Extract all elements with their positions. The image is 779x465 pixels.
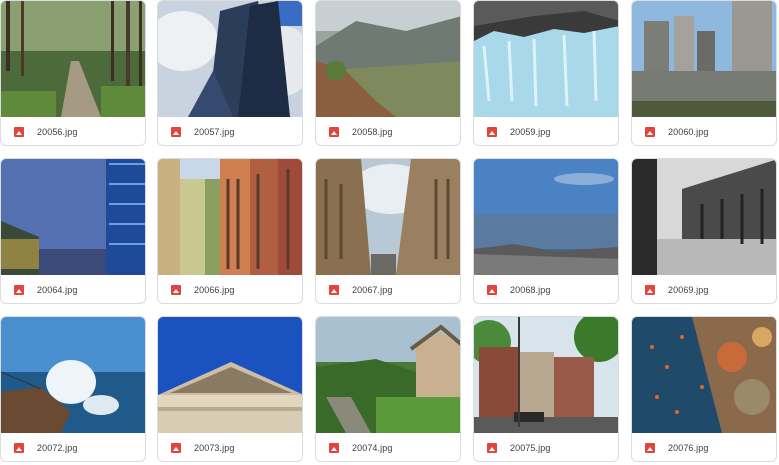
file-name: 20076.jpg (668, 443, 709, 453)
file-name: 20056.jpg (37, 127, 78, 137)
file-card[interactable]: 20067.jpg (315, 158, 461, 304)
image-file-icon (329, 127, 339, 137)
image-thumbnail[interactable] (1, 159, 145, 275)
image-file-icon (487, 285, 497, 295)
file-card[interactable]: 20056.jpg (0, 0, 146, 146)
image-thumbnail[interactable] (158, 1, 302, 117)
file-name: 20066.jpg (194, 285, 235, 295)
file-name: 20068.jpg (510, 285, 551, 295)
file-card[interactable]: 20069.jpg (631, 158, 777, 304)
image-thumbnail[interactable] (316, 317, 460, 433)
image-file-icon (171, 285, 181, 295)
file-name: 20073.jpg (194, 443, 235, 453)
file-card[interactable]: 20064.jpg (0, 158, 146, 304)
image-thumbnail[interactable] (1, 317, 145, 433)
image-thumbnail[interactable] (316, 159, 460, 275)
image-thumbnail[interactable] (632, 1, 776, 117)
file-card[interactable]: 20059.jpg (473, 0, 619, 146)
image-file-icon (487, 443, 497, 453)
file-card[interactable]: 20058.jpg (315, 0, 461, 146)
image-thumbnail[interactable] (158, 317, 302, 433)
file-card[interactable]: 20076.jpg (631, 316, 777, 462)
file-name: 20069.jpg (668, 285, 709, 295)
file-card[interactable]: 20075.jpg (473, 316, 619, 462)
image-file-icon (645, 127, 655, 137)
file-name: 20072.jpg (37, 443, 78, 453)
image-file-icon (645, 443, 655, 453)
image-file-icon (329, 285, 339, 295)
image-file-icon (14, 285, 24, 295)
file-name: 20060.jpg (668, 127, 709, 137)
file-card[interactable]: 20057.jpg (157, 0, 303, 146)
file-name: 20057.jpg (194, 127, 235, 137)
image-thumbnail[interactable] (1, 1, 145, 117)
file-name: 20059.jpg (510, 127, 551, 137)
image-file-icon (14, 127, 24, 137)
file-card[interactable]: 20068.jpg (473, 158, 619, 304)
file-name: 20074.jpg (352, 443, 393, 453)
file-name: 20058.jpg (352, 127, 393, 137)
image-thumbnail[interactable] (632, 317, 776, 433)
image-file-icon (171, 127, 181, 137)
image-thumbnail[interactable] (474, 159, 618, 275)
image-thumbnail[interactable] (316, 1, 460, 117)
image-thumbnail[interactable] (632, 159, 776, 275)
file-card[interactable]: 20072.jpg (0, 316, 146, 462)
image-thumbnail[interactable] (158, 159, 302, 275)
file-name: 20067.jpg (352, 285, 393, 295)
image-thumbnail[interactable] (474, 1, 618, 117)
file-name: 20075.jpg (510, 443, 551, 453)
image-file-icon (645, 285, 655, 295)
image-file-icon (14, 443, 24, 453)
file-card[interactable]: 20074.jpg (315, 316, 461, 462)
image-file-icon (329, 443, 339, 453)
image-file-icon (487, 127, 497, 137)
file-card[interactable]: 20066.jpg (157, 158, 303, 304)
file-name: 20064.jpg (37, 285, 78, 295)
file-card[interactable]: 20073.jpg (157, 316, 303, 462)
image-thumbnail[interactable] (474, 317, 618, 433)
image-file-icon (171, 443, 181, 453)
file-card[interactable]: 20060.jpg (631, 0, 777, 146)
